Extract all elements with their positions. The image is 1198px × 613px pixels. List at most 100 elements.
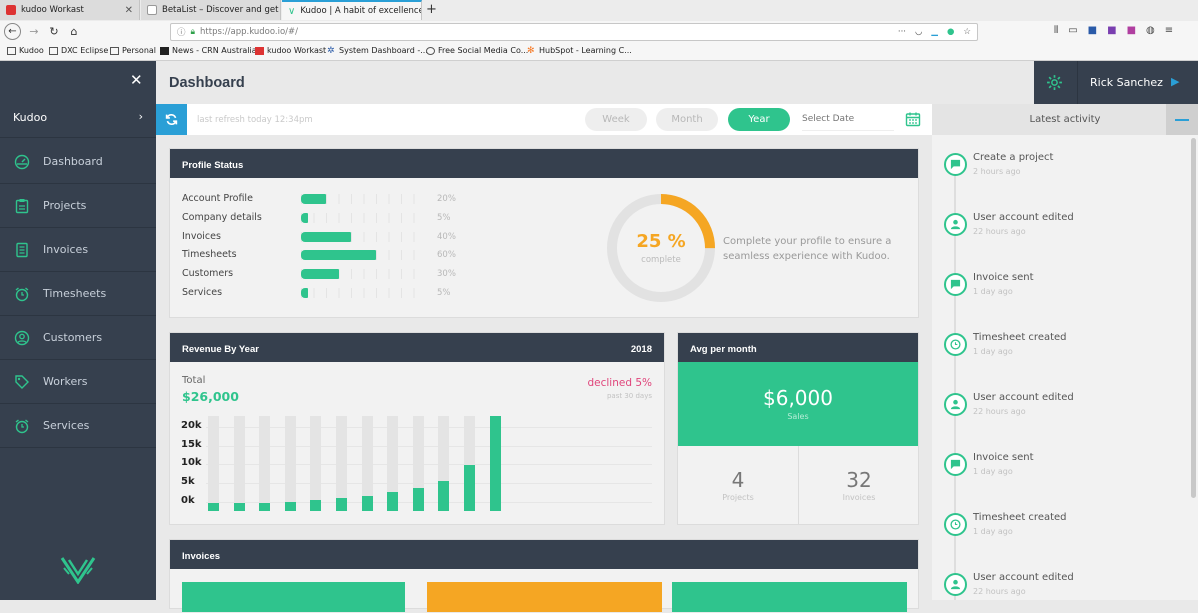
period-week-button[interactable]: Week [585, 108, 647, 131]
user-menu[interactable]: Rick Sanchez ▶ [1034, 61, 1198, 104]
bookmark-item[interactable]: Free Social Media Co... [426, 46, 528, 55]
activity-item[interactable]: Create a project 2 hours ago [944, 152, 1194, 193]
profile-row-percent: 60% [437, 250, 456, 261]
activity-item-time: 1 day ago [973, 287, 1013, 296]
invoice-card[interactable] [427, 582, 662, 612]
kudoo-favicon-icon: ∨ [288, 5, 296, 17]
bar[interactable] [259, 503, 271, 511]
activity-panel: Latest activity Create a project 2 hours … [932, 104, 1198, 600]
globe-icon[interactable]: ◍ [1146, 25, 1155, 36]
browser-tab[interactable]: BetaList – Discover and get e ✕ [141, 0, 281, 20]
collapse-button[interactable] [1166, 104, 1198, 135]
clock-icon [944, 333, 967, 356]
sidebar-item-services[interactable]: Services [0, 404, 156, 448]
sidebar-brand[interactable]: Kudoo › [0, 101, 156, 138]
profile-row-label: Account Profile [182, 193, 253, 204]
period-year-button[interactable]: Year [728, 108, 790, 131]
sidebar-item-label: Dashboard [43, 155, 103, 168]
bookmark-item[interactable]: DXC Eclipse [49, 46, 108, 55]
sidebar-item-dashboard[interactable]: Dashboard [0, 140, 156, 184]
url-bar[interactable]: ⓘ 🔒︎ https://app.kudoo.io/#/ ··· ◡ ▁ ● ☆ [170, 23, 978, 41]
chat-icon [944, 453, 967, 476]
bar[interactable] [387, 492, 399, 511]
profile-row-label: Timesheets [182, 249, 237, 261]
onenote-icon[interactable]: ■ [1107, 25, 1116, 36]
sidebar-item-workers[interactable]: Workers [0, 360, 156, 404]
profile-row: Services 5% [182, 287, 451, 299]
date-input[interactable] [802, 108, 894, 131]
period-month-button[interactable]: Month [656, 108, 718, 131]
activity-item[interactable]: Invoice sent 1 day ago [944, 272, 1194, 313]
divider [1077, 61, 1078, 104]
bar[interactable] [284, 501, 296, 511]
invoices-label: Invoices [842, 493, 876, 502]
progress-bar-fill [301, 231, 351, 242]
sidebar-toggle-icon[interactable]: ▭ [1068, 25, 1077, 36]
calendar-icon[interactable] [905, 111, 921, 131]
sidebar-item-invoices[interactable]: Invoices [0, 228, 156, 272]
browser-tab[interactable]: kudoo Workast ✕ [0, 0, 140, 20]
y-tick-label: 5k [181, 476, 195, 488]
activity-item[interactable]: User account edited 22 hours ago [944, 212, 1194, 253]
reload-icon[interactable]: ↻ [46, 25, 62, 38]
new-tab-button[interactable]: + [426, 2, 437, 17]
bookmark-item[interactable]: ✻ HubSpot - Learning C... [527, 46, 632, 55]
close-tab-icon[interactable]: ✕ [125, 5, 133, 16]
sidebar-item-customers[interactable]: Customers [0, 316, 156, 360]
extension-icon[interactable]: ■ [1088, 25, 1097, 36]
back-icon[interactable]: ← [4, 23, 21, 40]
bookmark-item[interactable]: Personal [110, 46, 156, 55]
bar[interactable] [233, 503, 245, 511]
close-icon[interactable]: ✕ [130, 71, 143, 89]
user-icon [944, 573, 967, 596]
page-header: Dashboard [156, 61, 1034, 104]
y-tick-label: 20k [181, 419, 202, 431]
user-icon [944, 213, 967, 236]
document-icon [14, 242, 30, 258]
bar[interactable] [361, 495, 373, 511]
activity-item[interactable]: Timesheet created 1 day ago [944, 332, 1194, 373]
forward-icon[interactable]: → [26, 25, 42, 38]
bookmark-item[interactable]: News - CRN Australia [160, 46, 257, 55]
sidebar-item-timesheets[interactable]: Timesheets [0, 272, 156, 316]
refresh-button[interactable] [156, 104, 187, 135]
extension-icon[interactable]: ■ [1127, 25, 1136, 36]
grid-line [206, 464, 652, 466]
bar[interactable] [412, 488, 424, 511]
clock-icon [944, 513, 967, 536]
tag-icon [14, 374, 30, 390]
bookmark-item[interactable]: Kudoo [7, 46, 44, 55]
sidebar-item-projects[interactable]: Projects [0, 184, 156, 228]
more-icon[interactable]: ··· [898, 27, 906, 37]
gear-icon[interactable] [1046, 74, 1063, 95]
sidebar: ✕ Kudoo › Dashboard Projects Invoices Ti… [0, 61, 156, 600]
bar[interactable] [336, 497, 347, 511]
bookmark-item[interactable]: ✲ System Dashboard -... [327, 46, 428, 55]
grammarly-icon[interactable]: ● [947, 27, 954, 37]
sidebar-item-label: Timesheets [43, 287, 107, 300]
bar[interactable] [208, 503, 219, 511]
activity-item-title: Invoice sent [973, 272, 1034, 283]
activity-item[interactable]: User account edited 22 hours ago [944, 572, 1194, 613]
menu-icon[interactable]: ≡ [1165, 25, 1173, 36]
panel-title: Invoices [170, 540, 918, 569]
browser-tab-active[interactable]: ∨ Kudoo | A habit of excellence ✕ [282, 0, 422, 20]
bar[interactable] [489, 416, 501, 511]
activity-item[interactable]: Timesheet created 1 day ago [944, 512, 1194, 553]
bar[interactable] [464, 465, 475, 511]
bookmark-star-icon[interactable]: ☆ [963, 27, 971, 37]
progress-bar [301, 288, 417, 298]
bar[interactable] [310, 499, 322, 511]
activity-item[interactable]: User account edited 22 hours ago [944, 392, 1194, 433]
pocket-icon[interactable]: ◡ [915, 27, 922, 37]
extension-icon[interactable]: ▁ [931, 27, 938, 37]
grid-line [206, 445, 652, 447]
home-icon[interactable]: ⌂ [66, 25, 82, 38]
activity-item[interactable]: Invoice sent 1 day ago [944, 452, 1194, 493]
bookmark-item[interactable]: kudoo Workast [255, 46, 326, 55]
activity-item-time: 1 day ago [973, 527, 1013, 536]
bar[interactable] [438, 480, 450, 511]
library-icon[interactable]: ⫴ [1054, 25, 1058, 36]
invoice-card[interactable] [672, 582, 907, 612]
invoice-card[interactable] [182, 582, 405, 612]
